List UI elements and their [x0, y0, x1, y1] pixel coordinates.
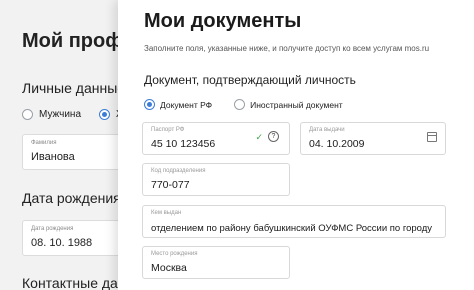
issue-date-field[interactable]: Дата выдачи 04. 10.2009	[300, 122, 446, 155]
document-type-group: Документ РФ Иностранный документ	[144, 99, 343, 110]
profile-title: Мой проф	[22, 30, 123, 52]
birth-date-label: Дата рождения	[31, 226, 74, 232]
personal-data-heading: Личные данные	[22, 80, 126, 96]
passport-field[interactable]: Паспорт РФ 45 10 123456 ✓ ?	[142, 122, 290, 155]
doc-type-rf-radio[interactable]	[144, 99, 155, 110]
birth-date-heading: Дата рождения	[22, 190, 121, 206]
division-code-field[interactable]: Код подразделения 770-077	[142, 163, 290, 196]
issue-date-label: Дата выдачи	[309, 127, 345, 133]
issued-by-field[interactable]: Кем выдан отделением по району бабушкинс…	[142, 205, 446, 238]
documents-title: Мои документы	[144, 10, 302, 32]
contacts-heading: Контактные дан	[22, 275, 126, 290]
issued-by-label: Кем выдан	[151, 210, 182, 216]
passport-label: Паспорт РФ	[151, 127, 185, 133]
identity-document-heading: Документ, подтверждающий личность	[144, 73, 356, 87]
division-code-label: Код подразделения	[151, 168, 206, 174]
birthplace-field[interactable]: Место рождения Москва	[142, 246, 290, 279]
doc-type-foreign-option[interactable]: Иностранный документ	[234, 99, 343, 110]
gender-male-radio[interactable]	[22, 109, 33, 120]
help-icon[interactable]: ?	[268, 131, 279, 142]
issue-date-value: 04. 10.2009	[309, 138, 365, 150]
gender-male-label: Мужчина	[39, 109, 82, 120]
issued-by-value: отделением по району бабушкинский ОУФМС …	[151, 223, 433, 234]
surname-field[interactable]: Фамилия Иванова	[22, 134, 130, 170]
profile-panel: Мой проф Личные данные Мужчина Ж Фамилия…	[0, 0, 130, 290]
doc-type-rf-label: Документ РФ	[160, 99, 213, 110]
check-icon: ✓	[255, 132, 263, 142]
surname-value: Иванова	[31, 151, 75, 163]
doc-type-rf-option[interactable]: Документ РФ	[144, 99, 212, 110]
doc-type-foreign-label: Иностранный документ	[250, 99, 343, 110]
documents-subtitle: Заполните поля, указанные ниже, и получи…	[144, 44, 430, 53]
calendar-icon[interactable]	[427, 132, 437, 142]
doc-type-foreign-radio[interactable]	[234, 99, 246, 110]
division-code-value: 770-077	[151, 179, 190, 191]
birthplace-label: Место рождения	[151, 251, 198, 257]
documents-panel: Мои документы Заполните поля, указанные …	[118, 0, 474, 290]
birth-date-field[interactable]: Дата рождения 08. 10. 1988	[22, 220, 130, 256]
gender-male-option[interactable]: Мужчина	[22, 109, 81, 120]
gender-female-radio[interactable]	[99, 109, 110, 120]
birthplace-value: Москва	[151, 262, 187, 274]
birth-date-value: 08. 10. 1988	[31, 237, 93, 249]
surname-label: Фамилия	[31, 140, 57, 146]
passport-value: 45 10 123456	[151, 138, 216, 150]
